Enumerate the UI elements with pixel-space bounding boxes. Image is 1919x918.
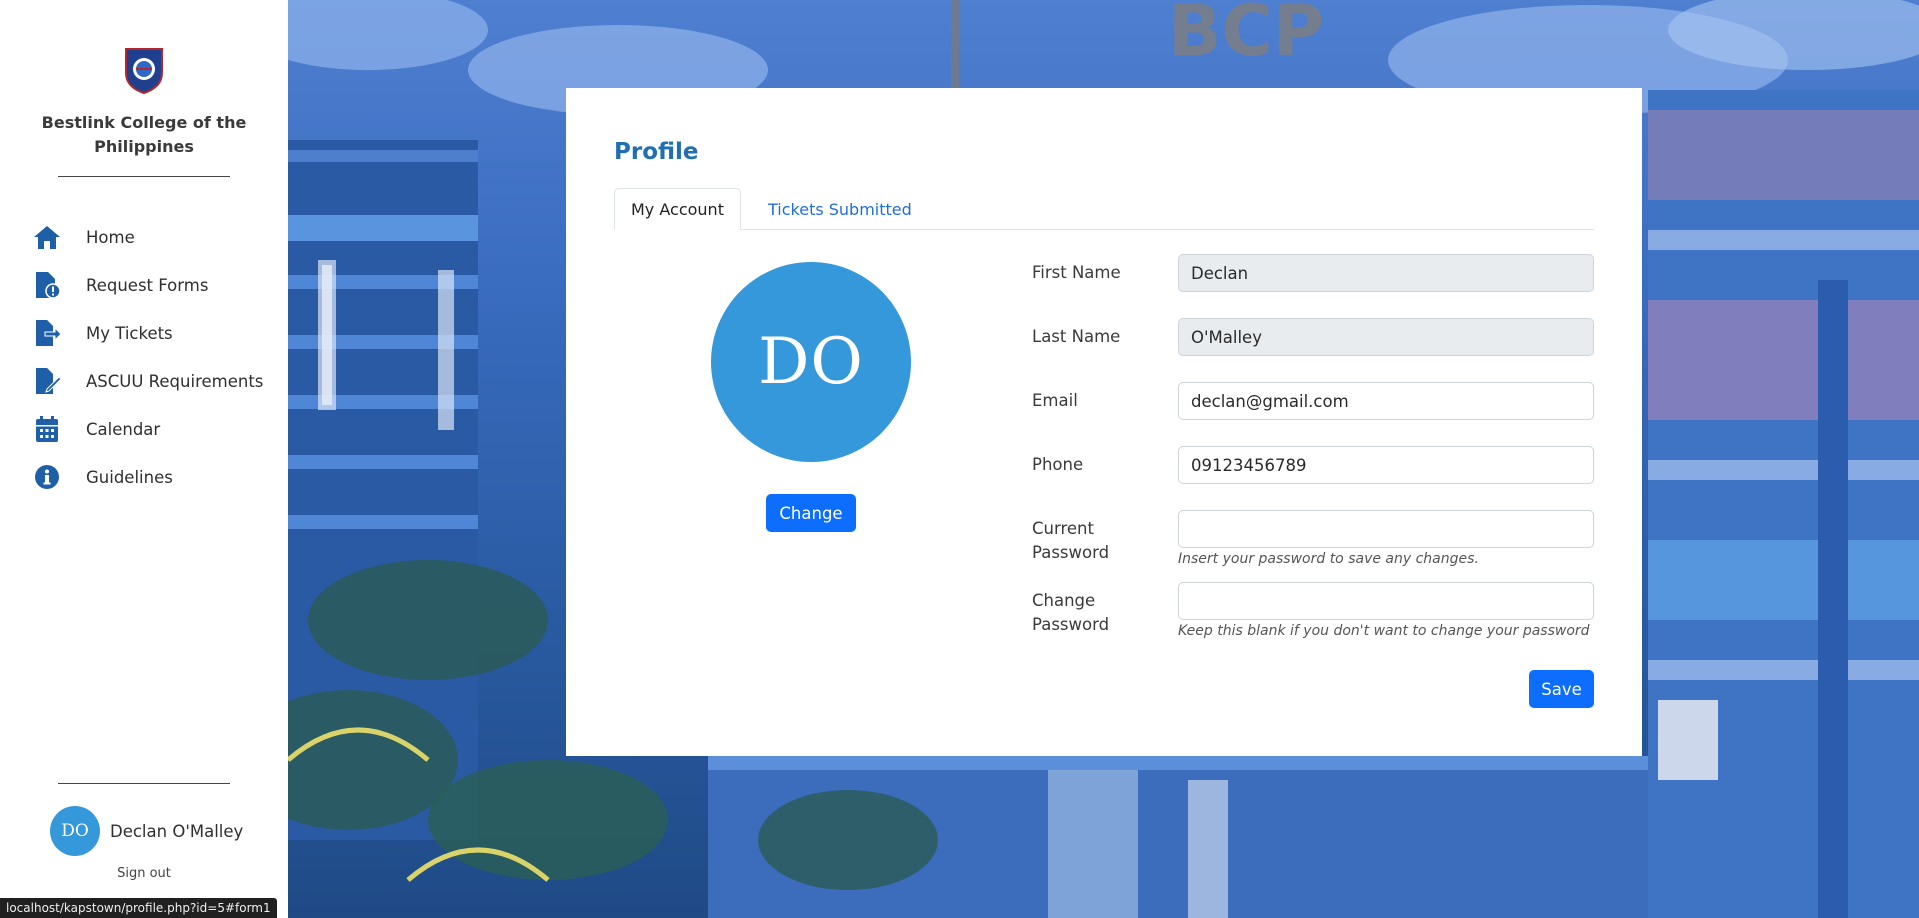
file-alert-icon — [33, 271, 61, 299]
last-name-field[interactable] — [1178, 318, 1594, 356]
sidebar-item-label: Home — [86, 227, 135, 247]
college-name-line1: Bestlink College of the — [41, 113, 247, 132]
sidebar-divider-bottom — [58, 783, 230, 784]
page-title: Profile — [614, 139, 699, 165]
sidebar-item-label: Calendar — [86, 419, 161, 439]
save-button[interactable]: Save — [1529, 670, 1594, 708]
sidebar-item-calendar[interactable]: Calendar — [0, 405, 288, 453]
change-avatar-button[interactable]: Change — [766, 494, 856, 532]
current-password-field[interactable] — [1178, 510, 1594, 548]
sidebar-item-request-forms[interactable]: Request Forms — [0, 261, 288, 309]
user-name: Declan O'Malley — [110, 821, 244, 841]
tab-tickets-submitted[interactable]: Tickets Submitted — [752, 188, 928, 230]
sidebar-item-label: Request Forms — [86, 275, 209, 295]
current-password-label-line1: Current — [1032, 519, 1094, 538]
file-signature-icon — [33, 367, 61, 395]
phone-label: Phone — [1032, 455, 1084, 474]
svg-text:BCP: BCP — [1168, 0, 1324, 72]
phone-field[interactable] — [1178, 446, 1594, 484]
sidebar-user[interactable]: DO Declan O'Malley — [50, 806, 243, 856]
file-export-icon — [33, 319, 61, 347]
last-name-label: Last Name — [1032, 327, 1121, 346]
profile-tabs: My Account Tickets Submitted — [614, 188, 1594, 230]
change-password-label-line1: Change — [1032, 591, 1096, 610]
current-password-label-line2: Password — [1032, 543, 1110, 562]
sidebar-item-home[interactable]: Home — [0, 213, 288, 261]
change-password-help: Keep this blank if you don't want to cha… — [1178, 623, 1590, 639]
sidebar-item-label: Guidelines — [86, 467, 173, 487]
sidebar-nav: Home Request Forms My Tickets ASCUU Requ… — [0, 213, 288, 501]
sidebar-item-ascuu-requirements[interactable]: ASCUU Requirements — [0, 357, 288, 405]
current-password-help: Insert your password to save any changes… — [1178, 551, 1479, 567]
college-name-line2: Philippines — [94, 137, 194, 156]
sidebar-divider-top — [58, 176, 230, 177]
first-name-field[interactable] — [1178, 254, 1594, 292]
email-field[interactable] — [1178, 382, 1594, 420]
home-icon — [33, 223, 61, 251]
change-password-field[interactable] — [1178, 582, 1594, 620]
current-password-label: Current Password — [1032, 517, 1109, 565]
sign-out-link[interactable]: Sign out — [0, 866, 288, 881]
change-password-label-line2: Password — [1032, 615, 1110, 634]
browser-status-url: localhost/kapstown/profile.php?id=5#form… — [0, 898, 277, 918]
calendar-icon — [33, 415, 61, 443]
sidebar-item-guidelines[interactable]: Guidelines — [0, 453, 288, 501]
college-logo[interactable] — [122, 47, 166, 95]
profile-avatar: DO — [711, 262, 911, 462]
sidebar: Bestlink College of the Philippines Home… — [0, 0, 288, 918]
change-password-label: Change Password — [1032, 589, 1109, 637]
profile-card: Profile My Account Tickets Submitted DO … — [566, 88, 1642, 756]
avatar[interactable]: DO — [50, 806, 100, 856]
sidebar-item-label: ASCUU Requirements — [86, 371, 264, 391]
email-label: Email — [1032, 391, 1078, 410]
info-icon — [33, 463, 61, 491]
college-name: Bestlink College of the Philippines — [20, 111, 268, 159]
sidebar-item-label: My Tickets — [86, 323, 173, 343]
tab-my-account[interactable]: My Account — [614, 188, 741, 230]
sidebar-item-my-tickets[interactable]: My Tickets — [0, 309, 288, 357]
first-name-label: First Name — [1032, 263, 1121, 282]
